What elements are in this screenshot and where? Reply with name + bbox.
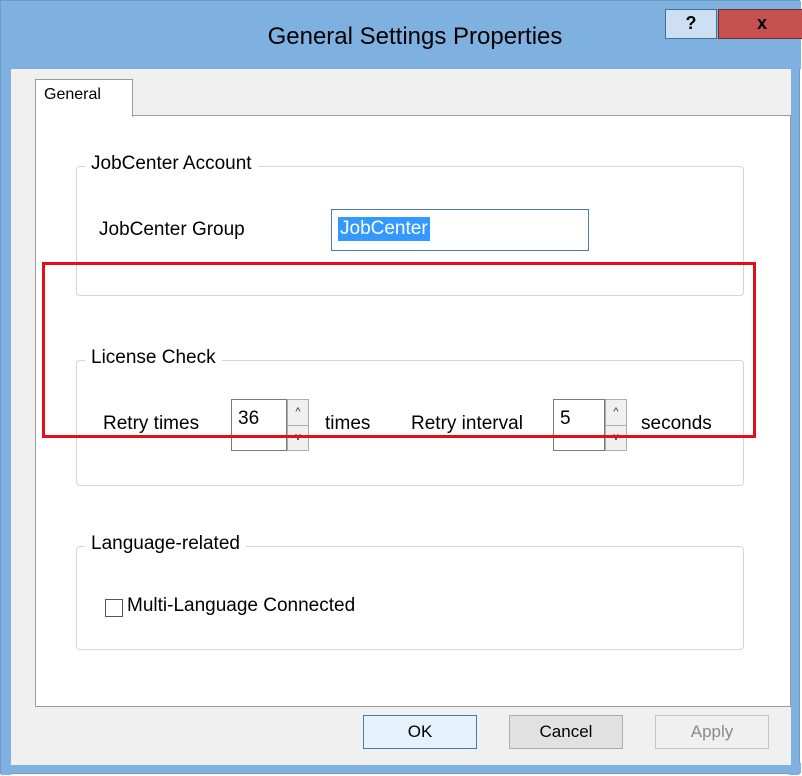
apply-button[interactable]: Apply [655, 715, 769, 749]
annotation-highlight-box [42, 262, 756, 438]
multi-language-label[interactable]: Multi-Language Connected [127, 595, 355, 617]
tab-general[interactable]: General [35, 79, 133, 117]
jobcenter-group-label: JobCenter Group [99, 219, 245, 240]
close-button[interactable]: x [718, 9, 802, 39]
multi-language-checkbox[interactable] [105, 599, 123, 617]
window-frame-left [1, 1, 11, 775]
help-button[interactable]: ? [665, 9, 717, 39]
jobcenter-account-title: JobCenter Account [85, 153, 258, 175]
language-group: Language-related Multi-Language Connecte… [76, 533, 744, 650]
jobcenter-group-value: JobCenter [338, 217, 430, 241]
jobcenter-group-input[interactable]: JobCenter [331, 209, 589, 251]
ok-button[interactable]: OK [363, 715, 477, 749]
language-group-title: Language-related [85, 533, 246, 555]
cancel-button[interactable]: Cancel [509, 715, 623, 749]
